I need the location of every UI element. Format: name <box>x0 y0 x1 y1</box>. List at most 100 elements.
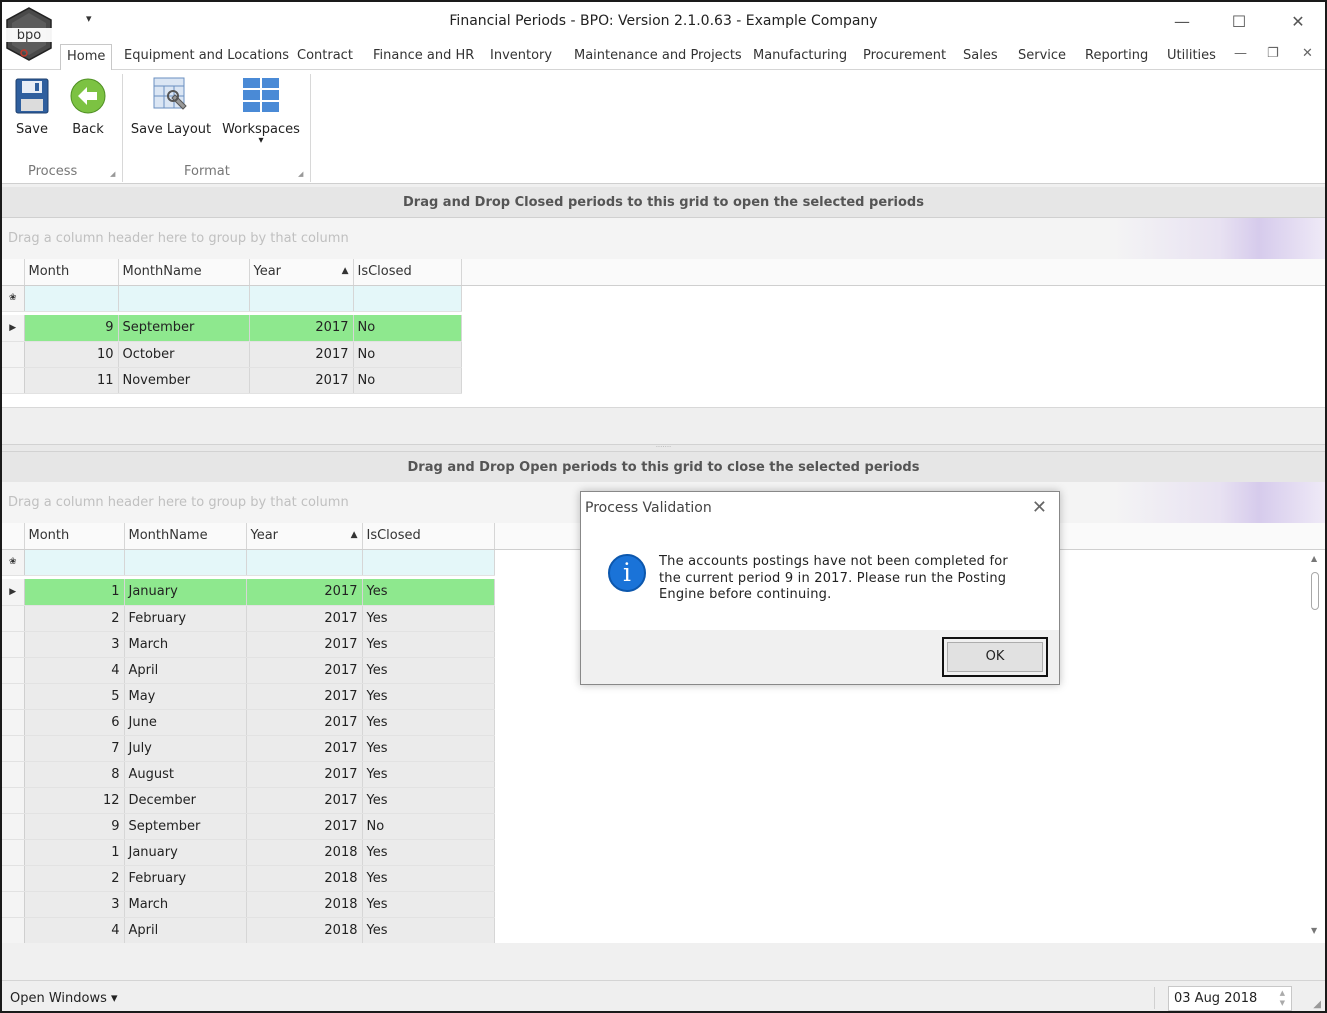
workspaces-dropdown-icon[interactable]: ▾ <box>222 136 300 146</box>
table-row[interactable]: 3 March 2018 Yes <box>2 891 495 918</box>
ok-button[interactable]: OK <box>942 637 1048 677</box>
table-row[interactable]: 4 April 2017 Yes <box>2 657 495 684</box>
cell-monthname: June <box>124 709 247 736</box>
filter-cell-year[interactable] <box>246 549 363 576</box>
cell-isclosed: No <box>362 813 495 840</box>
table-row[interactable]: 3 March 2017 Yes <box>2 631 495 658</box>
bpo-logo-icon[interactable]: bpo <box>4 6 54 64</box>
filter-cell-isclosed[interactable] <box>353 285 462 312</box>
filter-row[interactable]: ❀ <box>2 285 462 312</box>
tab-inventory[interactable]: Inventory <box>490 48 552 63</box>
mdi-minimize-button[interactable]: — <box>1234 46 1247 61</box>
column-header-monthname[interactable]: MonthName <box>124 523 247 550</box>
table-row[interactable]: ▶ 1 January 2017 Yes <box>2 579 495 606</box>
scrollbar-thumb[interactable] <box>1311 572 1319 610</box>
table-row[interactable]: 2 February 2018 Yes <box>2 865 495 892</box>
table-row[interactable]: 2 February 2017 Yes <box>2 605 495 632</box>
date-field[interactable]: 03 Aug 2018 ▲ ▼ <box>1168 986 1292 1011</box>
save-layout-button[interactable]: Save Layout <box>130 76 212 137</box>
cell-isclosed: Yes <box>362 865 495 892</box>
column-header-year-label: Year <box>250 528 279 544</box>
column-header-year[interactable]: Year ▲ <box>249 259 354 286</box>
filter-cell-isclosed[interactable] <box>362 549 495 576</box>
workspaces-button[interactable]: Workspaces ▾ <box>222 76 300 146</box>
table-row[interactable]: ▶ 9 September 2017 No <box>2 315 462 342</box>
maximize-button[interactable]: ☐ <box>1219 8 1259 36</box>
row-indicator <box>2 341 25 368</box>
cell-month: 10 <box>24 341 119 368</box>
cell-month: 2 <box>24 865 125 892</box>
minimize-button[interactable]: — <box>1162 8 1202 36</box>
close-button[interactable]: ✕ <box>1278 8 1318 36</box>
row-indicator <box>2 605 25 632</box>
cell-monthname: April <box>124 917 247 943</box>
tab-finance-and-hr[interactable]: Finance and HR <box>373 48 474 63</box>
format-group-launcher-icon[interactable]: ◢ <box>298 170 303 178</box>
tab-utilities[interactable]: Utilities <box>1167 48 1216 63</box>
column-header-month[interactable]: Month <box>24 523 125 550</box>
open-grid-vertical-scrollbar[interactable]: ▲ ▼ <box>1307 550 1324 943</box>
table-row[interactable]: 12 December 2017 Yes <box>2 787 495 814</box>
filter-row[interactable]: ❀ <box>2 549 495 576</box>
tab-contract[interactable]: Contract <box>297 48 353 63</box>
table-row[interactable]: 11 November 2017 No <box>2 367 462 394</box>
resize-grip-icon[interactable]: ◢ <box>1313 999 1321 1010</box>
grid-corner <box>2 259 25 286</box>
dialog-close-button[interactable]: ✕ <box>1032 497 1047 518</box>
mdi-close-button[interactable]: ✕ <box>1302 46 1313 61</box>
row-indicator <box>2 631 25 658</box>
filter-cell-month[interactable] <box>24 549 125 576</box>
filter-cell-year[interactable] <box>249 285 354 312</box>
column-header-year[interactable]: Year ▲ <box>246 523 363 550</box>
table-row[interactable]: 10 October 2017 No <box>2 341 462 368</box>
cell-isclosed: Yes <box>362 657 495 684</box>
tab-maintenance-and-projects[interactable]: Maintenance and Projects <box>574 48 742 63</box>
spin-up-icon[interactable]: ▲ <box>1280 988 1285 998</box>
column-header-isclosed[interactable]: IsClosed <box>362 523 495 550</box>
table-row[interactable]: 5 May 2017 Yes <box>2 683 495 710</box>
row-indicator <box>2 813 25 840</box>
tab-home[interactable]: Home <box>60 44 113 71</box>
save-icon <box>10 78 54 118</box>
table-row[interactable]: 6 June 2017 Yes <box>2 709 495 736</box>
filter-cell-monthname[interactable] <box>118 285 250 312</box>
open-panel-header: Drag and Drop Open periods to this grid … <box>2 452 1325 483</box>
table-row[interactable]: 9 September 2017 No <box>2 813 495 840</box>
tab-manufacturing[interactable]: Manufacturing <box>753 48 847 63</box>
open-windows-dropdown[interactable]: Open Windows ▾ <box>10 991 118 1006</box>
cell-month: 7 <box>24 735 125 762</box>
closed-periods-grid[interactable]: Month MonthName Year ▲ IsClosed ❀ ▶ 9 Sep… <box>2 259 1325 407</box>
scroll-up-arrow-icon[interactable]: ▲ <box>1311 554 1317 563</box>
tab-reporting[interactable]: Reporting <box>1085 48 1148 63</box>
filter-cell-monthname[interactable] <box>124 549 247 576</box>
cell-year: 2017 <box>246 657 363 684</box>
tab-equipment-and-locations[interactable]: Equipment and Locations <box>124 48 289 63</box>
column-header-monthname[interactable]: MonthName <box>118 259 250 286</box>
cell-month: 1 <box>24 839 125 866</box>
tab-service[interactable]: Service <box>1018 48 1066 63</box>
row-indicator <box>2 891 25 918</box>
closed-panel-footer <box>2 407 1325 445</box>
current-row-indicator-icon: ▶ <box>2 315 25 342</box>
back-button[interactable]: Back <box>66 78 110 137</box>
table-row[interactable]: 8 August 2017 Yes <box>2 761 495 788</box>
panel-splitter[interactable]: ······· <box>2 444 1325 452</box>
tab-procurement[interactable]: Procurement <box>863 48 946 63</box>
mdi-restore-button[interactable]: ❐ <box>1267 46 1279 61</box>
date-spinner[interactable]: ▲ ▼ <box>1280 988 1285 1008</box>
process-group-launcher-icon[interactable]: ◢ <box>110 170 115 178</box>
window-title: Financial Periods - BPO: Version 2.1.0.6… <box>449 13 878 29</box>
spin-down-icon[interactable]: ▼ <box>1280 998 1285 1008</box>
table-row[interactable]: 7 July 2017 Yes <box>2 735 495 762</box>
filter-cell-month[interactable] <box>24 285 119 312</box>
cell-isclosed: Yes <box>362 761 495 788</box>
save-button[interactable]: Save <box>10 78 54 137</box>
cell-month: 12 <box>24 787 125 814</box>
closed-groupby-area[interactable]: Drag a column header here to group by th… <box>2 218 1325 259</box>
table-row[interactable]: 4 April 2018 Yes <box>2 917 495 943</box>
table-row[interactable]: 1 January 2018 Yes <box>2 839 495 866</box>
tab-sales[interactable]: Sales <box>963 48 998 63</box>
column-header-month[interactable]: Month <box>24 259 119 286</box>
column-header-isclosed[interactable]: IsClosed <box>353 259 462 286</box>
scroll-down-arrow-icon[interactable]: ▼ <box>1311 926 1317 935</box>
